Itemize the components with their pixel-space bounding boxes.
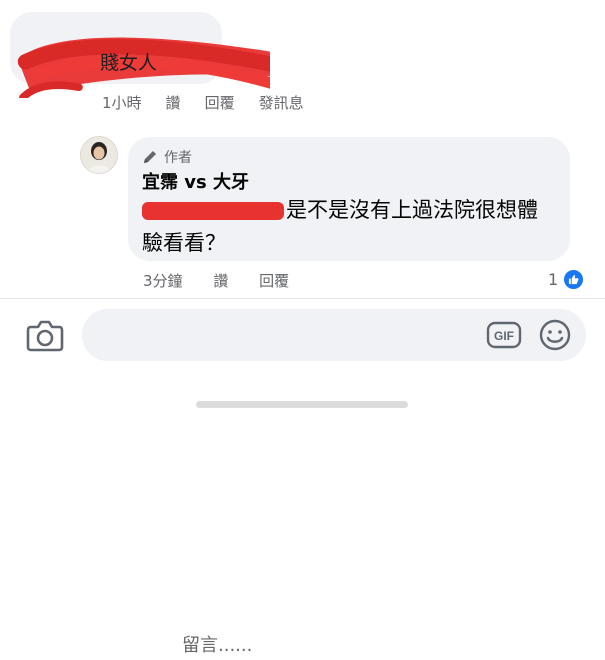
avatar[interactable] xyxy=(80,136,118,174)
camera-icon xyxy=(26,320,64,352)
thumbs-up-icon xyxy=(562,268,586,291)
smiley-icon xyxy=(539,319,571,351)
reply-like-button[interactable]: 讚 xyxy=(213,272,228,290)
comment-timestamp: 1小時 xyxy=(102,94,142,112)
reply-button[interactable]: 回覆 xyxy=(205,92,235,113)
reply-author-name[interactable]: 宜霈 vs 大牙 xyxy=(142,168,249,194)
reply-timestamp: 3分鐘 xyxy=(143,272,183,290)
emoji-button[interactable] xyxy=(538,318,572,352)
send-message-button[interactable]: 發訊息 xyxy=(259,92,304,113)
comment-text: 賤女人 xyxy=(100,52,158,74)
gif-label: GIF xyxy=(494,329,514,343)
reaction-count: 1 xyxy=(548,270,559,289)
pencil-icon xyxy=(144,151,156,163)
reaction-summary[interactable]: 1 xyxy=(548,268,586,291)
divider xyxy=(0,298,605,299)
home-indicator xyxy=(196,401,408,408)
avatar-photo-icon xyxy=(81,137,117,173)
camera-button[interactable] xyxy=(26,318,64,352)
gif-button[interactable]: GIF xyxy=(486,321,522,349)
author-badge-label: 作者 xyxy=(164,150,192,166)
reply-reply-button[interactable]: 回覆 xyxy=(259,272,289,290)
reply-actions: 3分鐘 讚 回覆 xyxy=(143,270,289,291)
author-badge: 作者 xyxy=(142,147,192,167)
redacted-mention xyxy=(142,202,284,220)
reply-text-container: 是不是沒有上過法院很想體驗看看？ xyxy=(142,194,552,260)
like-button[interactable]: 讚 xyxy=(166,92,181,113)
comment-input[interactable] xyxy=(180,630,544,660)
gif-icon: GIF xyxy=(486,321,522,349)
comment-actions: 1小時 讚 回覆 發訊息 xyxy=(102,92,304,113)
